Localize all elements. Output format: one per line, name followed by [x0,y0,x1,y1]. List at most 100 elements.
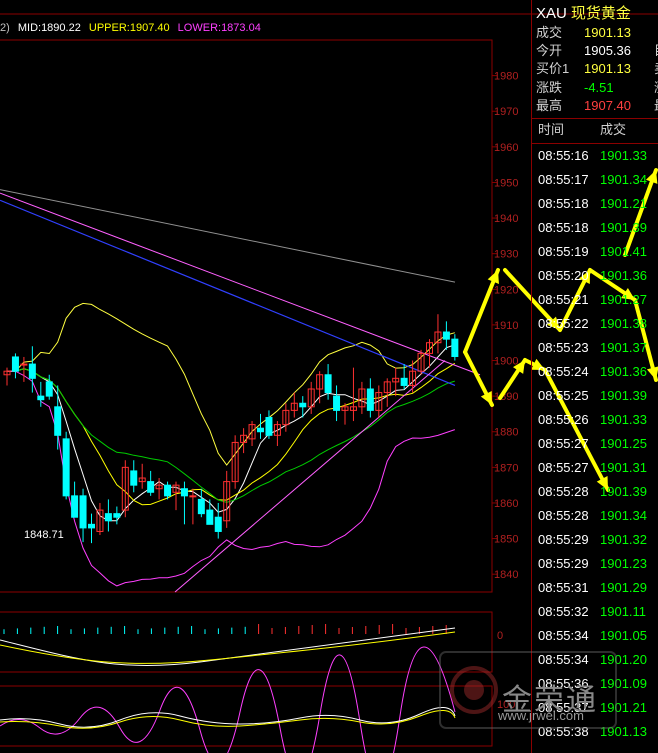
trade-row: 08:55:29 1901.32 [532,528,658,552]
trade-time: 08:55:28 [538,484,589,499]
lower-label: LOWER:1873.04 [177,22,261,34]
trade-row: 08:55:28 1901.34 [532,504,658,528]
trade-time: 08:55:27 [538,460,589,475]
time-header: 时间 [538,122,565,137]
trade-row: 08:55:29 1901.23 [532,552,658,576]
trade-price: 1901.38 [600,316,647,331]
price-axis: 1840 1850 1860 1870 1880 1890 1900 1910 1920 1930… [492,71,518,581]
y-tick-label: 1890 [494,391,518,403]
candle-down [214,516,222,532]
trend-line-magenta [0,192,481,376]
trade-row: 08:55:19 1901.41 [532,240,658,264]
trade-time: 08:55:31 [538,580,589,595]
trade-time: 08:55:25 [538,388,589,403]
trade-time: 08:55:28 [538,508,589,523]
candle-down [113,513,121,518]
info-value: 1901.13 [584,61,631,77]
trade-time: 08:55:16 [538,148,589,163]
y-tick-label: 1910 [494,320,518,332]
trade-row: 08:55:32 1901.11 [532,600,658,624]
ma-line-gray [0,189,456,283]
trade-price: 1901.05 [600,628,647,643]
candle-down [366,388,374,411]
price-header: 成交 [600,122,627,137]
candle-down [206,509,214,525]
trade-row: 08:55:25 1901.39 [532,384,658,408]
y-tick-label: 1920 [494,284,518,296]
candle-down [147,481,155,493]
trade-time: 08:55:24 [538,364,589,379]
trade-price: 1901.32 [600,532,647,547]
candle-down [442,331,450,340]
quote-info: 成交 1901.13 今开 1905.36 目买价1 1901.13 卖涨跌 -4.51 涨最高… [532,24,658,115]
trade-price: 1901.33 [600,148,647,163]
macd-frame [0,611,493,673]
trade-time: 08:55:19 [538,244,589,259]
trade-price: 1901.34 [600,508,647,523]
trade-time: 08:55:29 [538,532,589,547]
trade-price: 1901.39 [600,388,647,403]
info-row: 今开 1905.36 目 [532,42,658,60]
candle-down [45,381,53,397]
watermark-url: www.jrwel.com [498,708,584,723]
candle-down [197,498,205,515]
candle-down [88,523,95,529]
trade-time: 08:55:27 [538,436,589,451]
info-value: -4.51 [584,79,614,95]
candle-down [164,484,172,497]
trade-row: 08:55:17 1901.34 [532,168,658,192]
trade-time: 08:55:22 [538,316,589,331]
info-label: 涨跌 [536,79,563,95]
trade-row: 08:55:31 1901.29 [532,576,658,600]
trade-row: 08:55:23 1901.37 [532,336,658,360]
trade-row: 08:55:20 1901.36 [532,264,658,288]
info-extra: 卖 [654,60,658,78]
candle-down [299,402,307,408]
y-tick-label: 1880 [494,427,518,439]
y-tick-label: 1870 [494,462,518,474]
trade-time: 08:55:17 [538,172,589,187]
y-tick-label: 1950 [494,177,518,189]
trade-row: 08:55:21 1901.27 [532,288,658,312]
trade-price: 1901.37 [600,340,647,355]
low-annotation: 1848.71 [24,529,64,541]
info-row: 最高 1907.40 最 [532,97,658,115]
mid-label: MID:1890.22 [17,22,81,34]
trade-header: 时间 成交 [532,118,658,144]
trade-price: 1901.33 [600,412,647,427]
panel-title: XAU 现货黄金 [536,2,631,23]
header-prefix: 2) [0,22,10,34]
candle-down [257,427,264,433]
trade-row: 08:55:27 1901.31 [532,456,658,480]
candle-down [130,470,138,486]
info-extra: 目 [654,42,658,60]
trade-price: 1901.21 [600,196,647,211]
trade-row: 08:55:26 1901.33 [532,408,658,432]
trade-price: 1901.36 [600,364,647,379]
trade-price: 1901.36 [600,268,647,283]
trade-time: 08:55:20 [538,268,589,283]
trade-row: 08:55:18 1901.21 [532,192,658,216]
trade-row: 08:55:22 1901.38 [532,312,658,336]
ma-line-blue [0,199,456,387]
candle-down [324,374,332,394]
candle-down [37,395,45,401]
info-row: 成交 1901.13 [532,24,658,42]
moving-average-lines [0,189,481,593]
info-row: 买价1 1901.13 卖 [532,60,658,78]
candle-up [20,363,28,366]
candle-up [189,495,197,498]
oscillator-frame [0,685,493,747]
info-value: 1907.40 [584,97,631,113]
info-row: 涨跌 -4.51 涨 [532,79,658,97]
y-tick-label: 1980 [494,71,518,83]
macd-dif-line [0,627,456,667]
trade-time: 08:55:18 [538,220,589,235]
candle-down [104,513,112,522]
candle-down [451,338,459,357]
candle-down [54,406,62,436]
candle-down [400,377,408,386]
candle-down [28,363,36,379]
info-value: 1901.13 [584,25,631,40]
trade-time: 08:55:26 [538,412,589,427]
